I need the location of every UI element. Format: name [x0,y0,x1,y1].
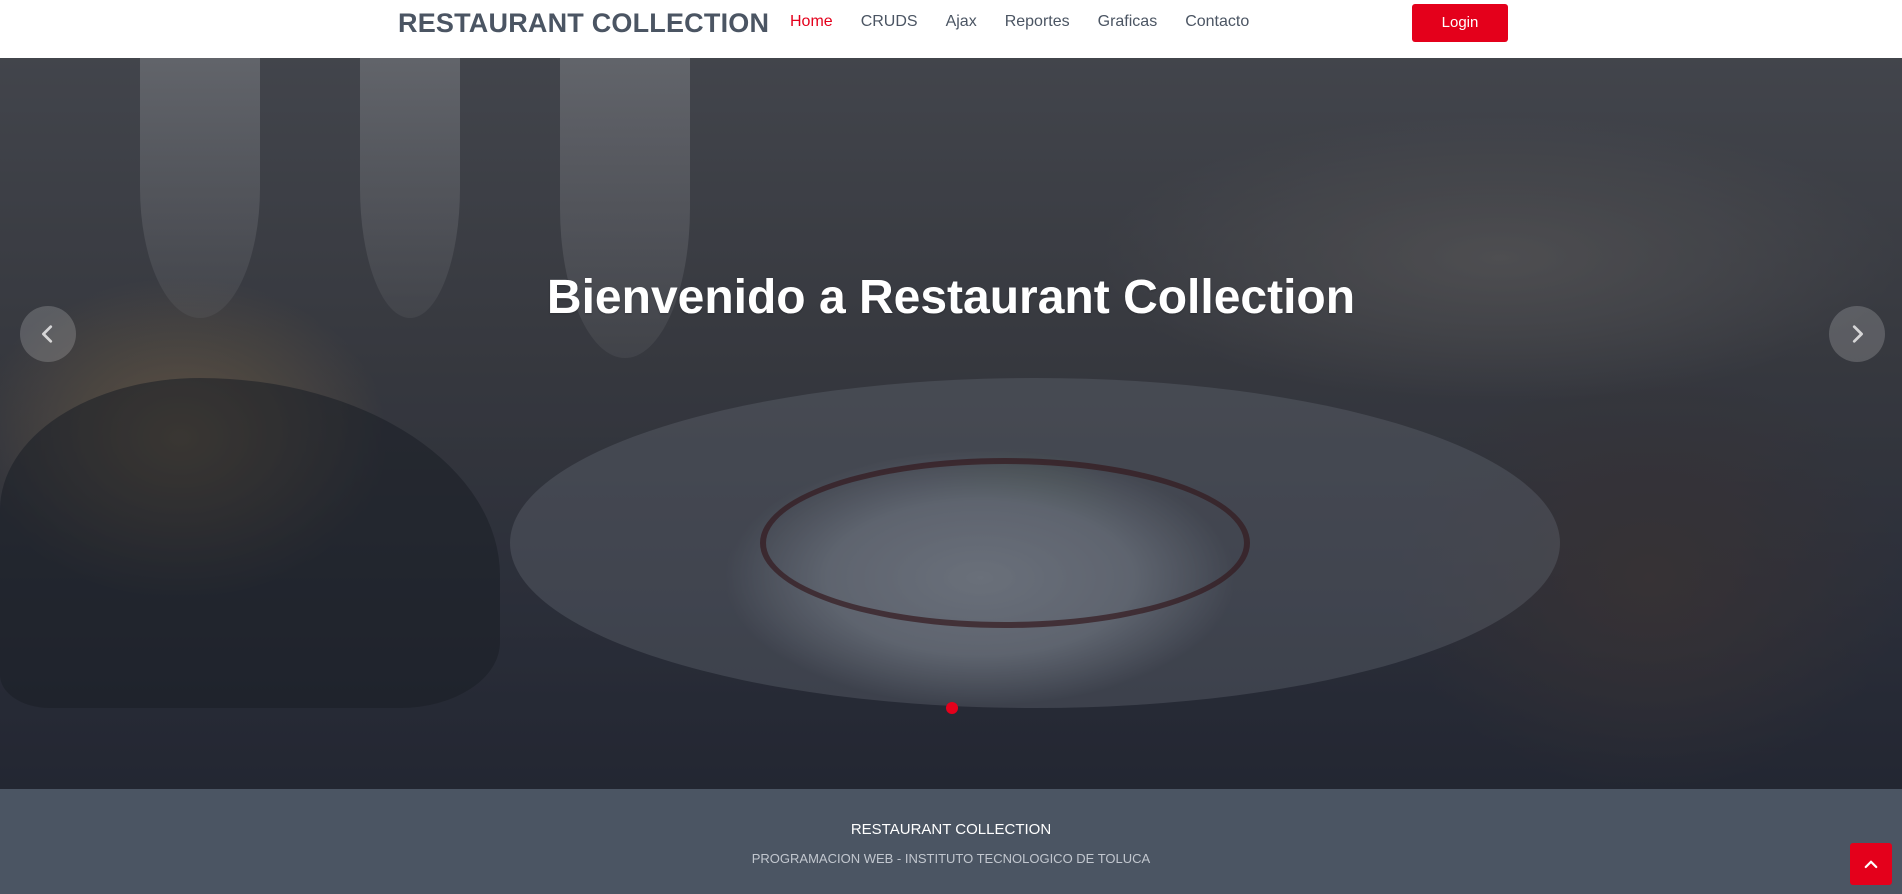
chevron-right-icon [1852,325,1863,343]
footer-subtitle: PROGRAMACION WEB - INSTITUTO TECNOLOGICO… [751,851,1151,866]
hero-background-plate [510,378,1560,708]
brand-logo-text[interactable]: RESTAURANT COLLECTION [398,6,769,40]
carousel-indicator-active[interactable] [946,702,958,714]
hero-carousel [0,58,1902,789]
hero-title: Bienvenido a Restaurant Collection [546,271,1356,324]
chevron-left-icon [42,325,53,343]
carousel-next-button[interactable] [1829,306,1885,362]
carousel-prev-button[interactable] [20,306,76,362]
hero-background-basket [0,378,500,708]
nav-item-home[interactable]: Home [790,10,833,34]
nav-item-graficas[interactable]: Graficas [1098,10,1158,34]
nav-item-cruds[interactable]: CRUDS [861,10,918,34]
carousel-indicators [946,702,958,714]
site-header: RESTAURANT COLLECTION Home CRUDS Ajax Re… [0,0,1902,58]
nav-item-contacto[interactable]: Contacto [1185,10,1249,34]
nav-item-reportes[interactable]: Reportes [1005,10,1070,34]
scroll-to-top-button[interactable] [1850,843,1892,885]
chevron-up-icon [1864,860,1878,869]
login-button[interactable]: Login [1412,4,1508,42]
hero-background-sauce [760,458,1250,628]
nav-item-ajax[interactable]: Ajax [946,10,977,34]
site-footer: RESTAURANT COLLECTION PROGRAMACION WEB -… [0,789,1902,894]
main-nav: Home CRUDS Ajax Reportes Graficas Contac… [790,10,1277,34]
footer-title: RESTAURANT COLLECTION [850,821,1052,838]
